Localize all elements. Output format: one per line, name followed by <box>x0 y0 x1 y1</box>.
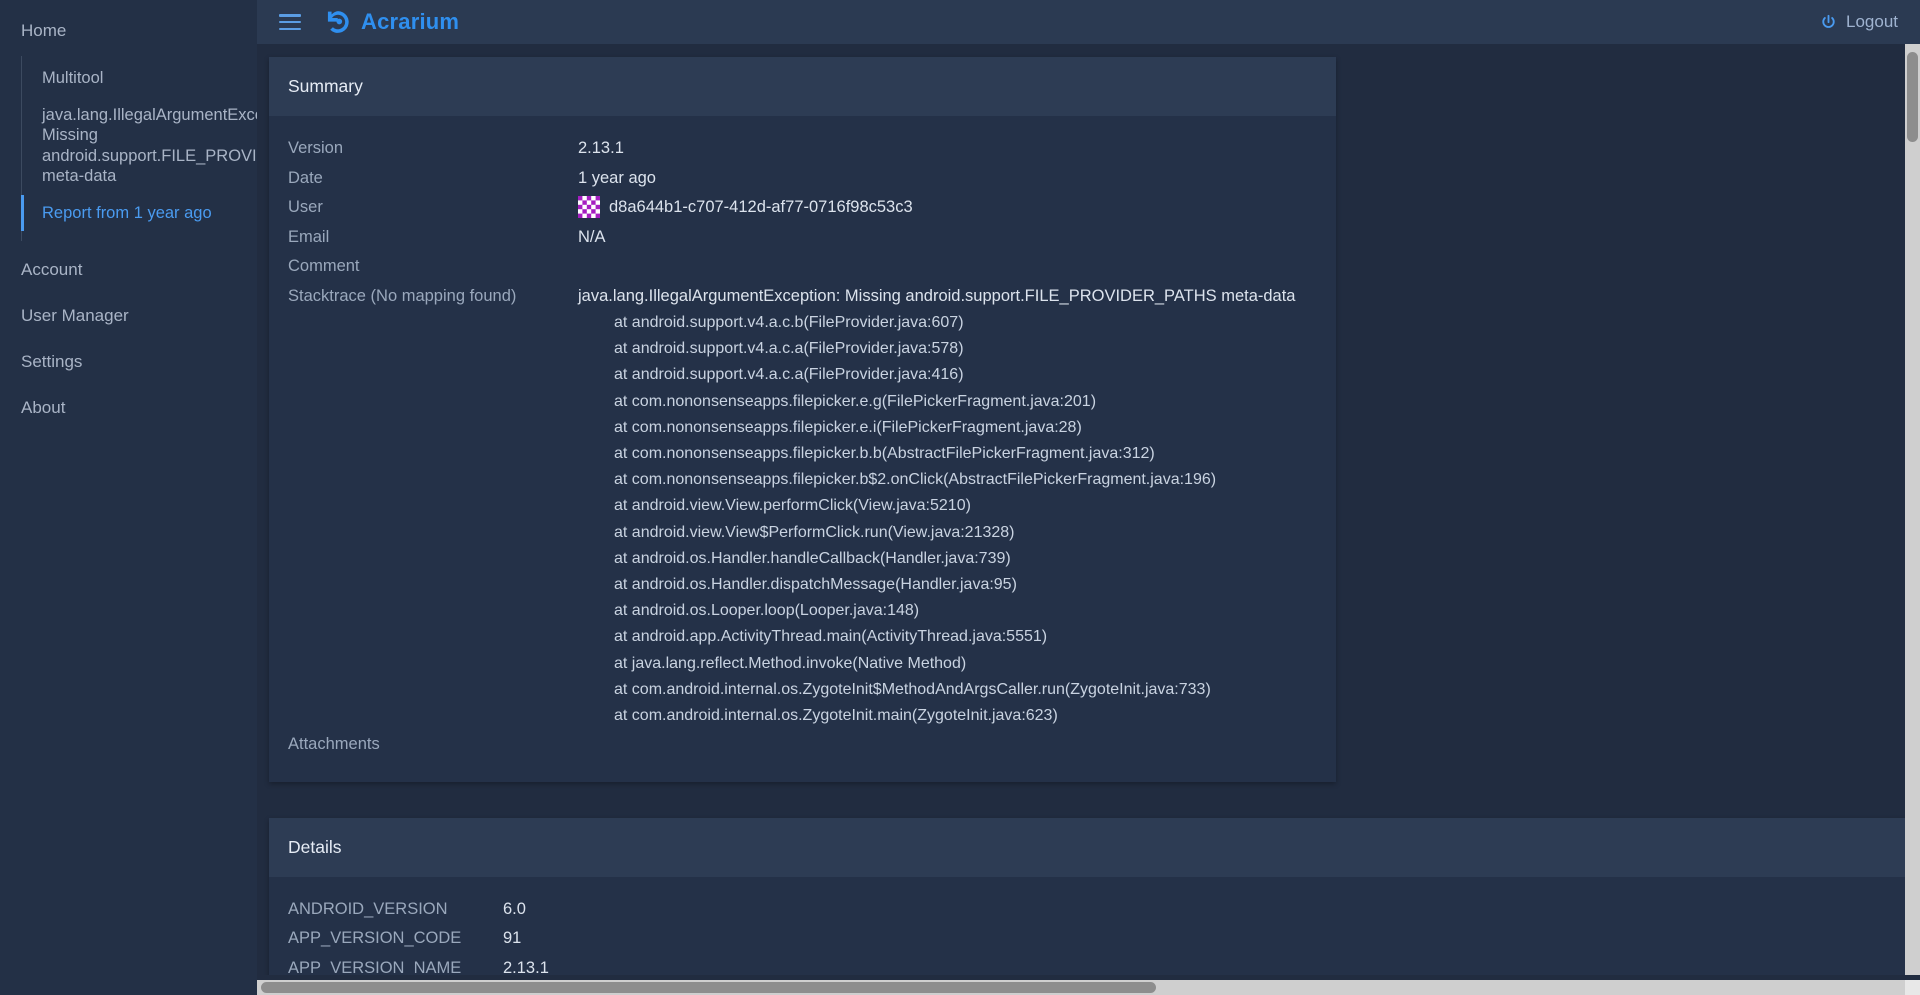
stacktrace-line: at android.os.Handler.handleCallback(Han… <box>614 549 1011 567</box>
details-card-body: ANDROID_VERSION 6.0 APP_VERSION_CODE 91 … <box>269 877 1905 975</box>
table-row: APP_VERSION_NAME 2.13.1 <box>288 954 1888 975</box>
details-value-app-version-code: 91 <box>503 929 522 948</box>
table-row: Stacktrace (No mapping found) java.lang.… <box>288 282 1317 731</box>
summary-value-email: N/A <box>578 227 606 246</box>
summary-key-comment: Comment <box>288 257 360 275</box>
hamburger-bar <box>279 27 301 30</box>
hamburger-bar <box>279 14 301 17</box>
scrollbar-corner <box>1905 980 1920 995</box>
brand-link[interactable]: Acrarium <box>325 9 459 35</box>
sidebar-submenu: Multitool java.lang.IllegalArgumentExcep… <box>21 56 257 241</box>
summary-key-email: Email <box>288 227 330 246</box>
summary-value-attachments <box>578 730 1317 760</box>
table-row: Email N/A <box>288 223 1317 253</box>
content-inner: Summary Version 2.13.1 Date 1 year ago U… <box>257 44 1905 975</box>
vertical-scrollbar-thumb[interactable] <box>1907 52 1918 142</box>
sidebar-item-user-manager[interactable]: User Manager <box>0 293 257 339</box>
logout-button[interactable]: Logout <box>1820 12 1902 32</box>
stacktrace-line: at android.app.ActivityThread.main(Activ… <box>614 628 1048 646</box>
stacktrace-line: at android.support.v4.a.c.b(FileProvider… <box>614 314 964 331</box>
table-row: Date 1 year ago <box>288 164 1317 194</box>
horizontal-scrollbar[interactable] <box>257 980 1905 995</box>
details-card: Details ANDROID_VERSION 6.0 APP_VERSION_… <box>269 817 1905 975</box>
sidebar-item-multitool[interactable]: Multitool <box>42 60 257 97</box>
logout-label: Logout <box>1846 12 1898 31</box>
vertical-scrollbar[interactable] <box>1905 44 1920 975</box>
power-icon <box>1822 14 1835 28</box>
details-table: ANDROID_VERSION 6.0 APP_VERSION_CODE 91 … <box>288 895 1888 975</box>
summary-key-stacktrace: Stacktrace (No mapping found) <box>288 286 517 305</box>
hamburger-icon[interactable] <box>279 14 301 30</box>
stacktrace-line: at com.android.internal.os.ZygoteInit.ma… <box>614 707 1058 725</box>
table-row: Comment <box>288 252 1317 282</box>
sidebar-item-settings[interactable]: Settings <box>0 339 257 385</box>
summary-value-version: 2.13.1 <box>578 139 624 157</box>
summary-value-user-cell: d8a644b1-c707-412d-af77-0716f98c53c3 <box>578 193 1317 223</box>
details-value-android-version: 6.0 <box>503 899 526 918</box>
summary-key-date: Date <box>288 168 323 187</box>
sidebar-item-exception[interactable]: java.lang.IllegalArgumentException: Miss… <box>42 97 257 195</box>
horizontal-scrollbar-thumb[interactable] <box>261 982 1156 993</box>
stacktrace-line: at android.os.Looper.loop(Looper.java:14… <box>614 602 920 620</box>
user-id-label: d8a644b1-c707-412d-af77-0716f98c53c3 <box>609 198 913 216</box>
summary-card-body: Version 2.13.1 Date 1 year ago User d8a6… <box>269 116 1336 782</box>
table-row: User d8a644b1-c707-412d-af77-0716f98c53c… <box>288 193 1317 223</box>
sidebar-lower-nav: Account User Manager Settings About <box>0 247 257 431</box>
summary-value-date: 1 year ago <box>578 168 656 187</box>
table-row: Attachments <box>288 730 1317 760</box>
summary-table: Version 2.13.1 Date 1 year ago User d8a6… <box>288 134 1317 760</box>
sidebar-item-account[interactable]: Account <box>0 247 257 293</box>
summary-key-user: User <box>288 198 323 216</box>
summary-value-stacktrace: java.lang.IllegalArgumentException: Miss… <box>578 282 1317 731</box>
top-bar: Acrarium Logout <box>257 0 1920 44</box>
acrarium-logo-icon <box>327 11 349 33</box>
stacktrace-line: at android.os.Handler.dispatchMessage(Ha… <box>614 576 1017 594</box>
sidebar-item-home[interactable]: Home <box>0 12 257 56</box>
stacktrace-line: at com.nononsenseapps.filepicker.e.g(Fil… <box>614 392 1097 410</box>
stacktrace-line: at java.lang.reflect.Method.invoke(Nativ… <box>614 654 967 672</box>
sidebar: Home Multitool java.lang.IllegalArgument… <box>0 0 257 995</box>
stacktrace-line: at android.support.v4.a.c.a(FileProvider… <box>614 340 964 358</box>
stacktrace-header: java.lang.IllegalArgumentException: Miss… <box>578 286 1296 305</box>
details-key-app-version-code: APP_VERSION_CODE <box>288 929 462 948</box>
hamburger-bar <box>279 20 301 24</box>
brand-title: Acrarium <box>361 9 460 34</box>
details-key-android-version: ANDROID_VERSION <box>288 899 448 918</box>
stacktrace-line: at android.view.View.performClick(View.j… <box>614 497 971 515</box>
stacktrace-line: at android.support.v4.a.c.a(FileProvider… <box>614 366 964 384</box>
details-card-title: Details <box>269 817 1905 877</box>
stacktrace-line: at com.nononsenseapps.filepicker.b.b(Abs… <box>614 445 1155 463</box>
stacktrace-line: at com.nononsenseapps.filepicker.e.i(Fil… <box>614 418 1082 436</box>
content-area: Summary Version 2.13.1 Date 1 year ago U… <box>257 44 1905 975</box>
user-cell: d8a644b1-c707-412d-af77-0716f98c53c3 <box>578 193 1317 222</box>
sidebar-item-report[interactable]: Report from 1 year ago <box>21 194 257 232</box>
summary-key-version: Version <box>288 139 344 157</box>
details-key-app-version-name: APP_VERSION_NAME <box>288 958 462 975</box>
app-root: Home Multitool java.lang.IllegalArgument… <box>0 0 1920 995</box>
table-row: ANDROID_VERSION 6.0 <box>288 895 1888 925</box>
details-value-app-version-name: 2.13.1 <box>503 958 549 975</box>
stacktrace-line: at android.view.View$PerformClick.run(Vi… <box>614 523 1015 541</box>
summary-key-attachments: Attachments <box>288 735 380 754</box>
table-row: Version 2.13.1 <box>288 134 1317 164</box>
table-row: APP_VERSION_CODE 91 <box>288 924 1888 954</box>
avatar-identicon-icon <box>578 196 600 219</box>
summary-value-comment <box>578 252 1317 282</box>
summary-card: Summary Version 2.13.1 Date 1 year ago U… <box>269 57 1336 782</box>
stacktrace-line: at com.nononsenseapps.filepicker.b$2.onC… <box>614 471 1217 489</box>
summary-card-title: Summary <box>269 57 1336 116</box>
stacktrace-line: at com.android.internal.os.ZygoteInit$Me… <box>614 680 1211 698</box>
sidebar-item-about[interactable]: About <box>0 385 257 431</box>
